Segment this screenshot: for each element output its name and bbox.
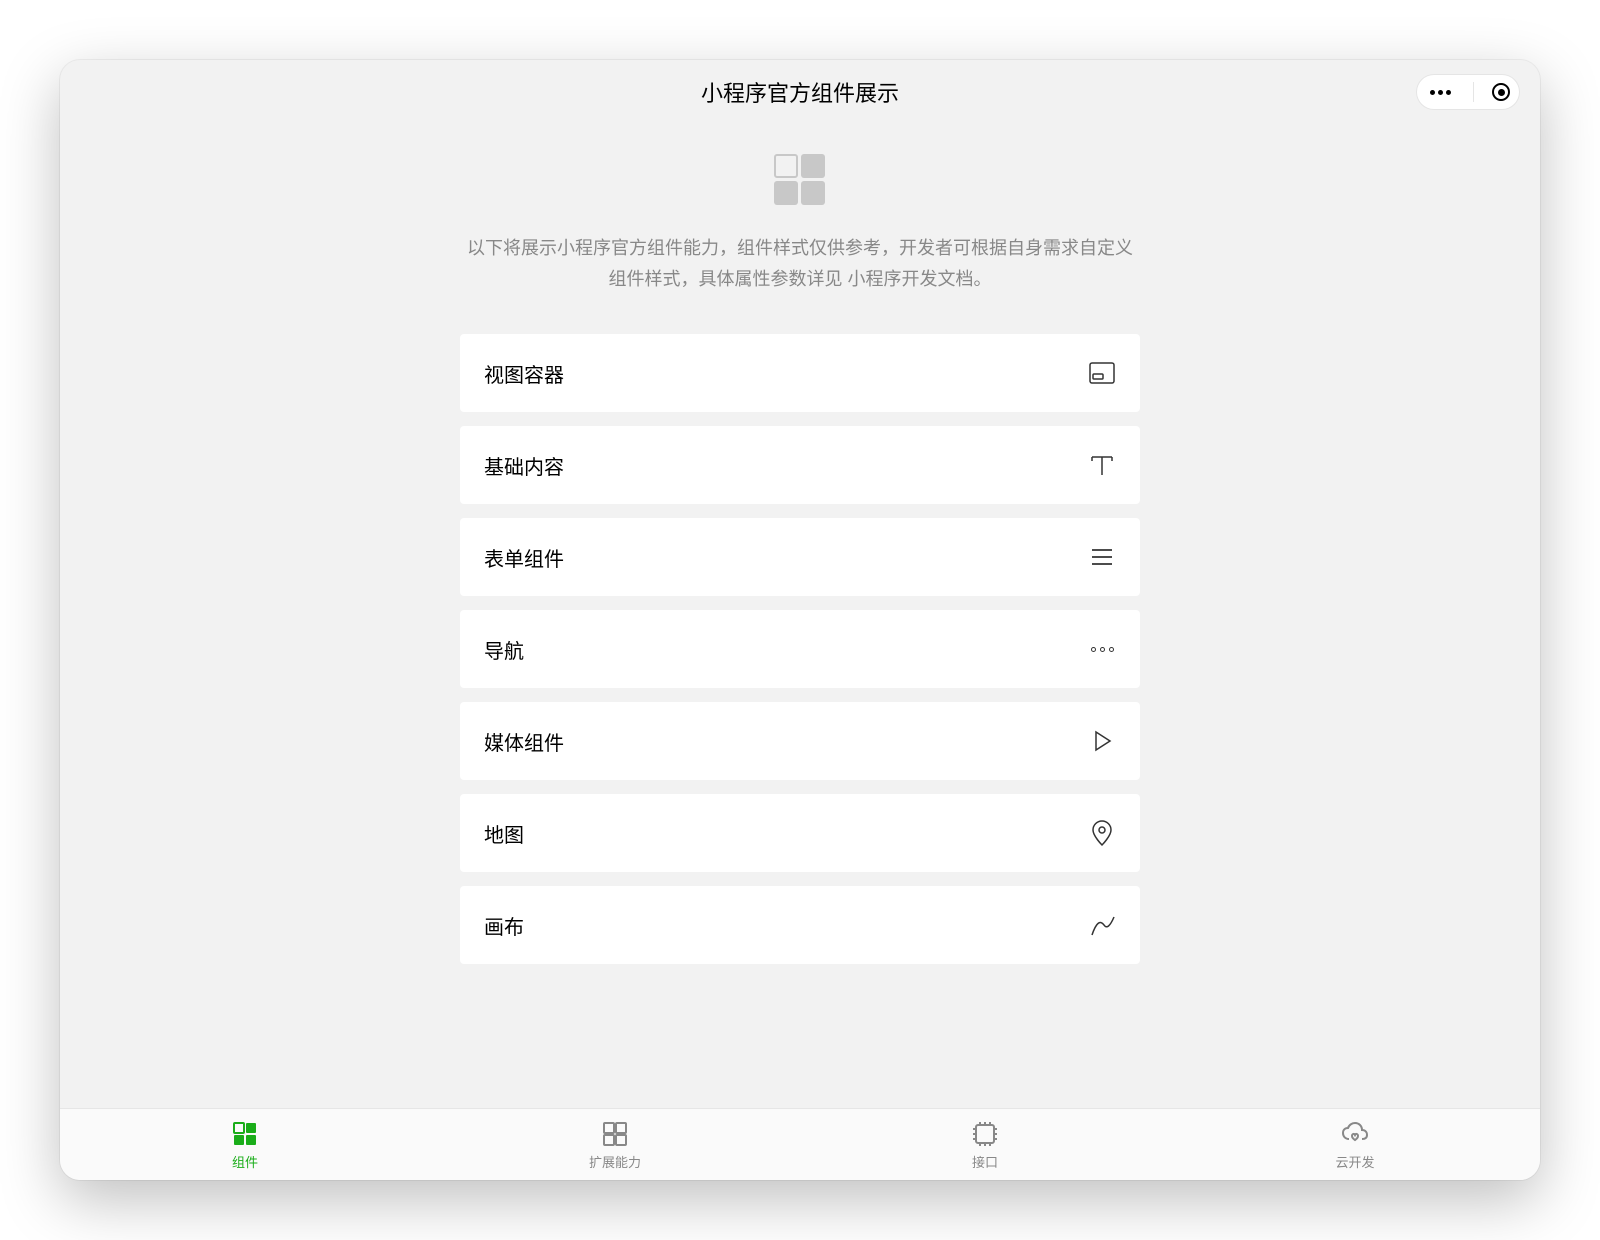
intro-doc-link[interactable]: 小程序开发文档 [848, 269, 974, 289]
header: 小程序官方组件展示 [60, 60, 1540, 124]
tab-label: 组件 [232, 1152, 258, 1171]
tab-component[interactable]: 组件 [60, 1109, 430, 1180]
app-window: 小程序官方组件展示 以下将展示小程序官方组件能力，组件样式仅供参考，开发者可根据… [60, 60, 1540, 1180]
list-item-navigation[interactable]: 导航 [460, 610, 1140, 688]
tab-label: 云开发 [1335, 1152, 1374, 1171]
tab-cloud[interactable]: 云开发 [1170, 1109, 1540, 1180]
tab-api[interactable]: 接口 [800, 1109, 1170, 1180]
form-icon [1088, 543, 1116, 571]
list-item-canvas[interactable]: 画布 [460, 886, 1140, 964]
tab-label: 扩展能力 [589, 1152, 641, 1171]
tab-label: 接口 [972, 1152, 998, 1171]
intro-suffix: 。 [974, 269, 992, 289]
view-container-icon [1088, 359, 1116, 387]
nav-icon [1088, 635, 1116, 663]
list-item-label: 画布 [484, 911, 524, 940]
list-item-label: 媒体组件 [484, 727, 564, 756]
capsule-close-button[interactable] [1492, 83, 1510, 101]
component-logo-icon [774, 154, 826, 205]
content-area: 以下将展示小程序官方组件能力，组件样式仅供参考，开发者可根据自身需求自定义组件样… [60, 124, 1540, 1108]
extension-tab-icon [600, 1119, 630, 1149]
list-item-label: 导航 [484, 635, 524, 664]
list-item-basic-content[interactable]: 基础内容 [460, 426, 1140, 504]
canvas-curve-icon [1088, 911, 1116, 939]
capsule-divider [1473, 82, 1474, 102]
intro-text: 以下将展示小程序官方组件能力，组件样式仅供参考，开发者可根据自身需求自定义组件样… [460, 233, 1140, 294]
list-item-label: 地图 [484, 819, 524, 848]
mini-program-capsule [1416, 74, 1520, 110]
play-icon [1088, 727, 1116, 755]
capsule-more-button[interactable] [1426, 90, 1455, 95]
component-tab-icon [230, 1119, 260, 1149]
intro-prefix: 以下将展示小程序官方组件能力，组件样式仅供参考，开发者可根据自身需求自定义组件样… [467, 238, 1133, 289]
tab-bar: 组件 扩展能力 [60, 1108, 1540, 1180]
intro-section: 以下将展示小程序官方组件能力，组件样式仅供参考，开发者可根据自身需求自定义组件样… [60, 154, 1540, 294]
component-category-list: 视图容器 基础内容 表单组件 [460, 334, 1140, 964]
list-item-form[interactable]: 表单组件 [460, 518, 1140, 596]
page-title: 小程序官方组件展示 [701, 76, 899, 108]
list-item-label: 基础内容 [484, 451, 564, 480]
list-item-view-container[interactable]: 视图容器 [460, 334, 1140, 412]
tab-extension[interactable]: 扩展能力 [430, 1109, 800, 1180]
location-pin-icon [1088, 819, 1116, 847]
api-tab-icon [970, 1119, 1000, 1149]
list-item-label: 表单组件 [484, 543, 564, 572]
text-icon [1088, 451, 1116, 479]
list-item-label: 视图容器 [484, 359, 564, 388]
list-item-media[interactable]: 媒体组件 [460, 702, 1140, 780]
list-item-map[interactable]: 地图 [460, 794, 1140, 872]
cloud-tab-icon [1340, 1119, 1370, 1149]
